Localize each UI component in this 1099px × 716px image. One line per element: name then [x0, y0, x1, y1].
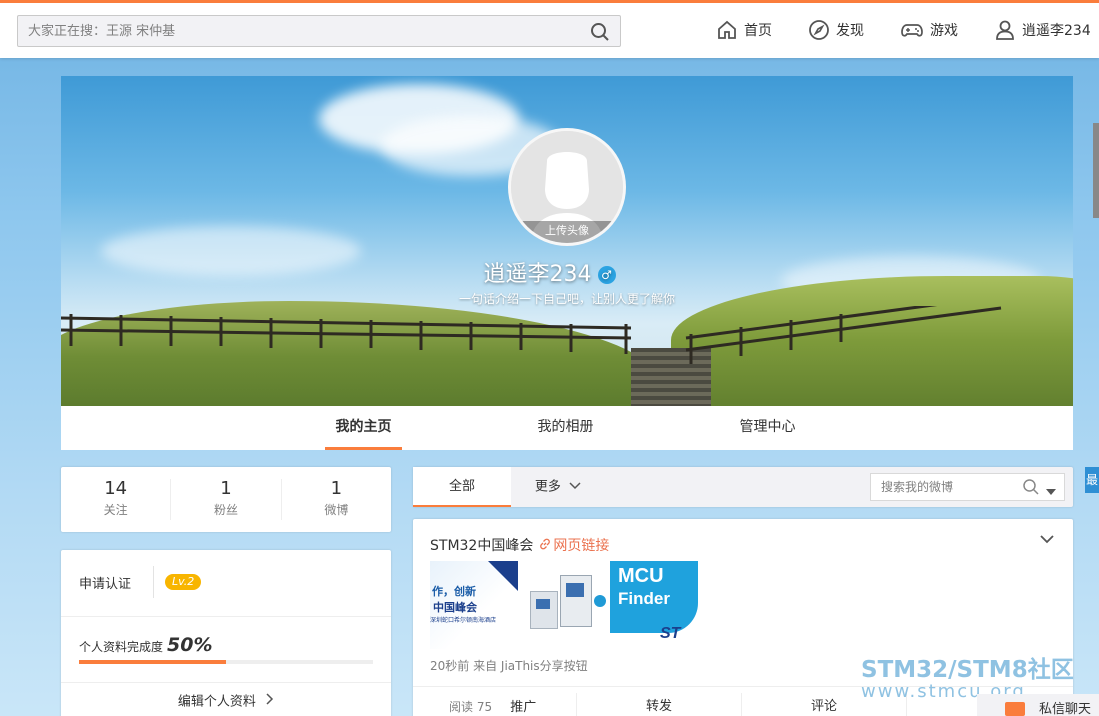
caret-down-icon[interactable] [1046, 484, 1056, 499]
nav-games[interactable]: 游戏 [900, 19, 958, 41]
stat-posts-label: 微博 [324, 503, 349, 517]
post-promote-button[interactable]: 推广 [510, 700, 536, 715]
edit-profile-button[interactable]: 编辑个人资料 [61, 682, 391, 716]
male-gender-icon: ♂ [597, 266, 616, 284]
search-icon[interactable] [590, 22, 610, 42]
private-chat-label: 私信聊天 [1039, 702, 1092, 716]
global-search-box [17, 15, 621, 47]
verify-row: 申请认证 Lv.2 [61, 550, 391, 617]
feed-tab-more[interactable]: 更多 [523, 467, 593, 507]
post-web-link-label: 网页链接 [553, 538, 610, 554]
search-icon[interactable] [1022, 478, 1040, 500]
fence-decoration [61, 306, 1002, 364]
divider [153, 566, 154, 598]
edit-profile-label: 编辑个人资料 [177, 694, 256, 710]
feed-search-box [870, 473, 1065, 501]
post-image[interactable] [520, 561, 608, 649]
upload-avatar-label[interactable]: 上传头像 [511, 221, 623, 243]
nav-home-label: 首页 [744, 23, 772, 39]
post-image-caption: 作，创新 [432, 585, 476, 598]
side-panel-tab[interactable]: 最 [1085, 467, 1099, 493]
post-author[interactable]: STM32中国峰会 [430, 538, 533, 554]
profile-completion-value: 50% [167, 634, 213, 656]
post-read-count: 阅读 75 [449, 700, 493, 714]
avatar[interactable]: 上传头像 [508, 128, 626, 246]
stat-posts[interactable]: 1 微博 [280, 478, 391, 520]
stat-followers-label: 粉丝 [213, 503, 238, 517]
feed-search-input[interactable] [871, 474, 1021, 500]
global-search-input[interactable] [18, 16, 588, 46]
post-image-caption: 深圳蛇口希尔顿南海酒店 [430, 617, 497, 624]
nav-discover[interactable]: 发现 [808, 19, 864, 41]
post-image[interactable]: 作，创新 中国峰会 深圳蛇口希尔顿南海酒店 [430, 561, 518, 649]
tab-my-album[interactable]: 我的相册 [527, 406, 604, 450]
post-image-caption: Finder [618, 589, 670, 608]
level-badge[interactable]: Lv.2 [165, 574, 202, 590]
chevron-down-icon [569, 467, 581, 507]
watermark-title: STM32/STM8社区 [861, 657, 1074, 683]
tab-admin-center[interactable]: 管理中心 [729, 406, 806, 450]
st-logo-icon: ST [660, 625, 681, 642]
mail-icon [1005, 702, 1025, 716]
profile-completion-label: 个人资料完成度 [79, 640, 164, 654]
post-menu-chevron-icon[interactable] [1039, 531, 1055, 547]
link-icon [539, 538, 551, 554]
profile-completion-fill [79, 660, 226, 664]
user-icon [994, 19, 1016, 41]
feed-tab-more-label: 更多 [534, 479, 561, 495]
home-icon [716, 19, 738, 41]
stat-following-label: 关注 [103, 503, 128, 517]
nav-user-profile[interactable]: 逍遥李234 [994, 19, 1091, 41]
follow-stats-card: 14 关注 1 粉丝 1 微博 [61, 467, 391, 532]
profile-tabs: 我的主页 我的相册 管理中心 [61, 406, 1073, 450]
profile-info-card: 申请认证 Lv.2 个人资料完成度 50% 编辑个人资料 [61, 550, 391, 716]
post-image[interactable]: MCU Finder ST [610, 561, 698, 649]
apply-verification-link[interactable]: 申请认证 [79, 573, 131, 592]
feed-filter-bar: 全部 更多 [413, 467, 1073, 507]
post-repost-button[interactable]: 转发 [576, 693, 741, 716]
page-scrollbar[interactable] [1093, 123, 1099, 218]
stat-posts-count: 1 [330, 478, 343, 499]
post-image-caption: 中国峰会 [433, 601, 477, 614]
tab-my-home[interactable]: 我的主页 [325, 406, 402, 450]
profile-bio[interactable]: 一句话介绍一下自己吧，让别人更了解你 [0, 290, 1099, 307]
profile-completion: 个人资料完成度 50% [79, 634, 213, 656]
top-navbar: 首页 发现 游戏 逍遥李234 [0, 0, 1099, 58]
stat-following[interactable]: 14 关注 [61, 479, 170, 520]
profile-username: 逍遥李234 ♂ [0, 256, 1099, 288]
nav-home[interactable]: 首页 [716, 19, 772, 41]
chevron-right-icon [266, 683, 274, 716]
post-meta: 20秒前 来自 JiaThis分享按钮 [430, 659, 588, 673]
nav-discover-label: 发现 [836, 23, 864, 39]
profile-completion-bar [79, 660, 373, 664]
gamepad-icon [900, 19, 924, 41]
post-image-gallery: 作，创新 中国峰会 深圳蛇口希尔顿南海酒店 MCU Finder ST [430, 561, 700, 649]
post-image-caption: MCU [618, 565, 664, 587]
post-text: STM32中国峰会 网页链接 [430, 535, 609, 555]
post-read-promote: 阅读 75 推广 [413, 693, 576, 716]
feed-tab-all[interactable]: 全部 [413, 467, 511, 507]
private-chat-button[interactable]: 私信聊天 [977, 694, 1099, 716]
compass-icon [808, 19, 830, 41]
profile-username-text: 逍遥李234 [483, 262, 592, 287]
nav-username: 逍遥李234 [1022, 23, 1091, 39]
nav-games-label: 游戏 [930, 23, 958, 39]
stat-following-count: 14 [104, 478, 128, 499]
post-web-link[interactable]: 网页链接 [539, 538, 609, 554]
stat-followers[interactable]: 1 粉丝 [170, 479, 280, 520]
stat-followers-count: 1 [220, 478, 232, 499]
profile-cover-banner: 上传头像 [61, 76, 1073, 406]
